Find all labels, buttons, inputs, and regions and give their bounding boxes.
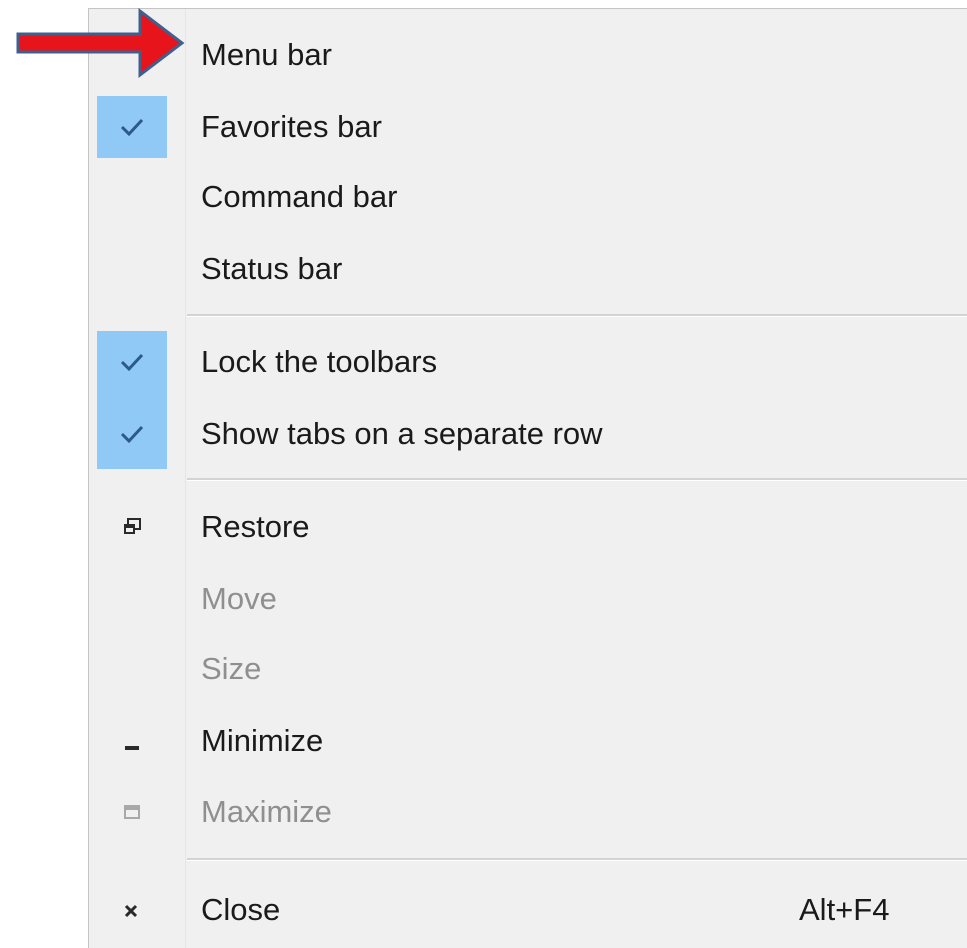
- menu-item-label: Favorites bar: [201, 109, 382, 144]
- menu-item-menu-bar[interactable]: Menu bar: [89, 24, 967, 86]
- menu-item-label: Show tabs on a separate row: [201, 416, 603, 451]
- menu-item-label: Size: [201, 651, 262, 686]
- menu-item-label: Move: [201, 581, 277, 616]
- menu-item-shortcut: Alt+F4: [799, 892, 890, 927]
- menu-item-show-tabs-separate-row[interactable]: Show tabs on a separate row: [89, 403, 967, 469]
- menu-item-label: Maximize: [201, 794, 332, 829]
- menu-item-move: Move: [89, 568, 967, 630]
- checkmark-icon: [97, 96, 167, 158]
- menu-item-size: Size: [89, 638, 967, 700]
- menu-item-maximize: Maximize: [89, 781, 967, 843]
- checkmark-icon: [97, 403, 167, 465]
- close-icon: [97, 879, 167, 941]
- menu-separator: [187, 478, 967, 481]
- restore-icon: [97, 496, 167, 558]
- menu-item-lock-toolbars[interactable]: Lock the toolbars: [89, 331, 967, 403]
- menu-item-restore[interactable]: Restore: [89, 496, 967, 558]
- menu-item-favorites-bar[interactable]: Favorites bar: [89, 96, 967, 158]
- maximize-icon: [97, 781, 167, 843]
- context-menu: Menu bar Favorites bar Command bar Statu…: [88, 8, 967, 948]
- red-arrow-icon: [16, 7, 185, 79]
- checkmark-icon: [97, 331, 167, 393]
- menu-separator: [187, 314, 967, 317]
- menu-item-label: Command bar: [201, 179, 398, 214]
- menu-item-label: Restore: [201, 509, 310, 544]
- menu-item-close[interactable]: Close Alt+F4: [89, 879, 967, 941]
- menu-separator: [187, 858, 967, 861]
- minimize-icon: [97, 710, 167, 772]
- menu-item-command-bar[interactable]: Command bar: [89, 166, 967, 228]
- menu-item-label: Lock the toolbars: [201, 344, 438, 379]
- menu-item-status-bar[interactable]: Status bar: [89, 238, 967, 300]
- screenshot-stage: Menu bar Favorites bar Command bar Statu…: [0, 0, 967, 948]
- menu-item-label: Status bar: [201, 251, 343, 286]
- menu-item-label: Menu bar: [201, 37, 332, 72]
- menu-item-label: Minimize: [201, 723, 324, 758]
- menu-item-label: Close: [201, 892, 281, 927]
- menu-item-minimize[interactable]: Minimize: [89, 710, 967, 772]
